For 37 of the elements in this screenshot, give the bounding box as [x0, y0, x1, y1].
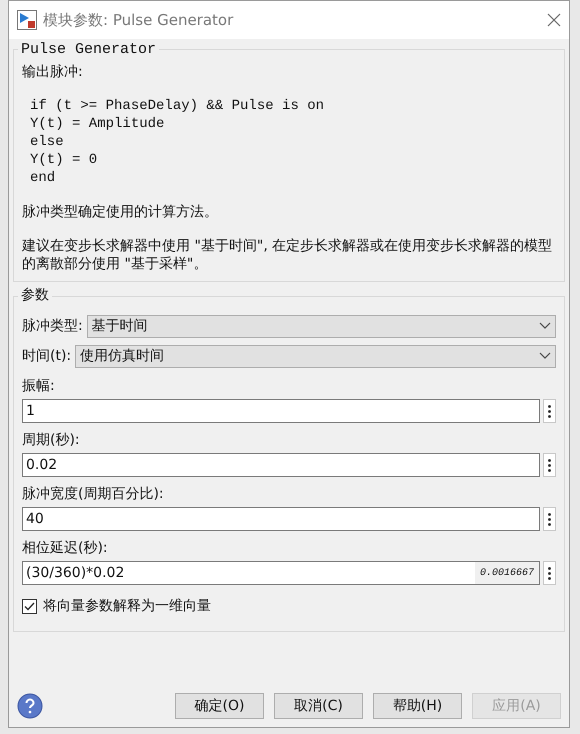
field-label: 振幅: — [22, 377, 56, 396]
checkmark-icon — [24, 602, 35, 610]
field-label: 时间(t): — [22, 346, 72, 366]
more-options-button[interactable] — [543, 399, 556, 423]
code-text: if (t >= PhaseDelay) && Pulse is on Y(t) = Amplitude else Y(t) = 0 end — [30, 97, 324, 187]
field-label: 相位延迟(秒): — [22, 539, 109, 558]
field-label: 脉冲宽度(周期百分比): — [22, 485, 165, 504]
input-field[interactable]: 0.02 — [22, 453, 540, 477]
vertical-dots-icon — [548, 512, 551, 526]
description-text: 脉冲类型确定使用的计算方法。 — [22, 203, 219, 221]
help-icon[interactable] — [17, 693, 43, 719]
vertical-dots-icon — [548, 404, 551, 418]
input-field[interactable]: 1 — [22, 399, 540, 423]
checkbox[interactable] — [22, 598, 37, 614]
description-text: 建议在变步长求解器中使用 "基于时间", 在定步长求解器或在使用变步长求解器的模型的离散部分使用 "基于采样"。 — [22, 237, 554, 273]
close-icon[interactable] — [547, 13, 561, 27]
description-text: 输出脉冲: — [22, 63, 84, 82]
dialog-button[interactable]: 确定(O) — [175, 693, 264, 719]
evaluated-value: 0.0016667 — [474, 562, 539, 584]
chevron-down-icon — [539, 352, 551, 360]
vertical-dots-icon — [548, 566, 551, 580]
dropdown[interactable]: 使用仿真时间 — [75, 344, 556, 368]
dropdown[interactable]: 基于时间 — [86, 314, 556, 338]
input-field[interactable]: 40 — [22, 507, 540, 531]
field-label: 周期(秒): — [22, 431, 81, 450]
window-title: 模块参数: Pulse Generator — [43, 10, 234, 31]
more-options-button[interactable] — [543, 507, 556, 531]
input-field[interactable]: (30/360)*0.02 0.0016667 — [22, 561, 540, 585]
block-icon — [17, 10, 37, 30]
vertical-dots-icon — [548, 458, 551, 472]
more-options-button[interactable] — [543, 453, 556, 477]
chevron-down-icon — [539, 322, 551, 330]
checkbox-label: 将向量参数解释为一维向量 — [43, 596, 211, 616]
more-options-button[interactable] — [543, 561, 556, 585]
dialog-button[interactable]: 帮助(H) — [373, 693, 462, 719]
field-label: 脉冲类型: — [22, 316, 83, 336]
dialog-button[interactable]: 取消(C) — [274, 693, 363, 719]
